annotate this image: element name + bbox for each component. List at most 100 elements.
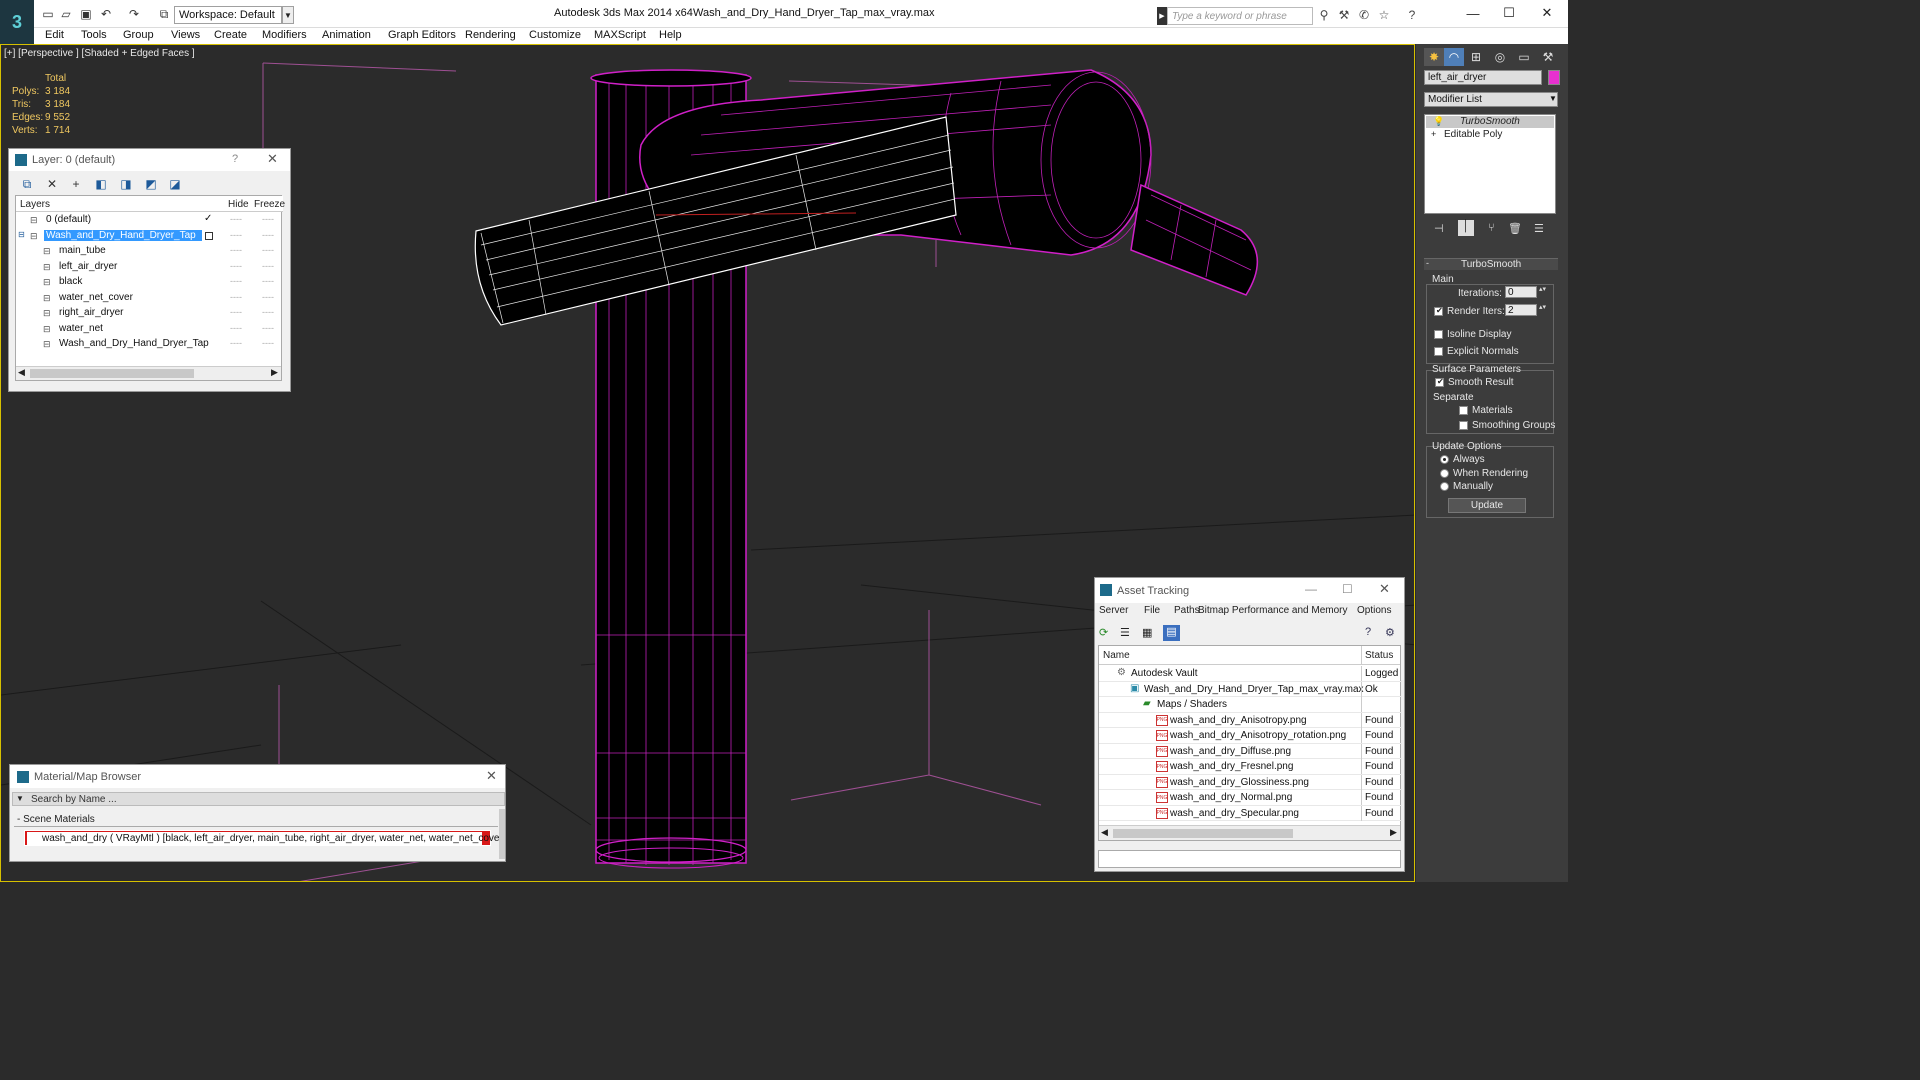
stack-item-editable-poly[interactable]: Editable Poly (1426, 129, 1554, 141)
asset-row[interactable]: PNG wash_and_dry_Glossiness.png Found (1099, 774, 1402, 790)
redo-icon[interactable]: ↷ (126, 6, 142, 22)
collapse-icon[interactable]: ⊟ (18, 230, 25, 239)
thumbnail-view-icon[interactable]: ▦ (1142, 626, 1156, 640)
menu-group[interactable]: Group (123, 28, 154, 42)
hide-toggle[interactable]: ---- (230, 214, 242, 224)
close-window-button[interactable]: ✕ (1532, 4, 1562, 22)
freeze-toggle[interactable]: ---- (262, 245, 274, 255)
display-tab-icon[interactable]: ▭ (1514, 48, 1534, 66)
workspace-select[interactable]: Workspace: Default (174, 6, 282, 24)
search-toggle-icon[interactable]: ▶ (1157, 7, 1167, 25)
materials-checkbox[interactable] (1459, 406, 1468, 415)
layer-row[interactable]: ⊟ main_tube ---- ---- (16, 244, 276, 259)
remove-modifier-icon[interactable]: 🗑 (1508, 222, 1522, 235)
close-icon[interactable]: ✕ (486, 768, 497, 784)
layer-hscrollbar[interactable]: ◀ ▶ (16, 366, 281, 380)
smoothing-groups-checkbox[interactable] (1459, 421, 1468, 430)
material-search-bar[interactable]: ▼ Search by Name ... (12, 792, 505, 806)
col-status[interactable]: Status (1365, 650, 1393, 661)
asset-menu-paths[interactable]: Paths (1174, 605, 1200, 616)
asset-row[interactable]: ⚙ Autodesk Vault Logged (1099, 666, 1402, 682)
freeze-toggle[interactable]: ---- (262, 214, 274, 224)
layer-row[interactable]: ⊟ water_net_cover ---- ---- (16, 291, 276, 306)
freeze-toggle[interactable]: ---- (262, 323, 274, 333)
help-icon[interactable]: ? (232, 153, 238, 165)
material-browser-titlebar[interactable]: Material/Map Browser ✕ (10, 765, 505, 788)
freeze-toggle[interactable]: ---- (262, 230, 274, 240)
open-file-icon[interactable]: ▱ (58, 6, 74, 22)
when-rendering-radio[interactable] (1440, 469, 1449, 478)
app-logo-button[interactable]: 3 (0, 0, 34, 44)
current-layer-check-icon[interactable]: ✓ (204, 213, 212, 224)
settings-icon[interactable]: ⚙ (1385, 626, 1399, 640)
spinner-arrows-icon[interactable]: ▴▾ (1539, 303, 1546, 311)
menu-create[interactable]: Create (214, 28, 247, 42)
stack-item-turbosmooth[interactable]: TurboSmooth (1426, 116, 1554, 128)
asset-menu-bitmap[interactable]: Bitmap Performance and Memory (1198, 605, 1348, 616)
menu-views[interactable]: Views (171, 28, 200, 42)
add-to-layer-icon[interactable]: + (68, 176, 84, 192)
asset-row[interactable]: PNG wash_and_dry_Normal.png Found (1099, 790, 1402, 806)
search-options-icon[interactable]: ▼ (16, 794, 24, 803)
binoculars-icon[interactable]: ⚲ (1316, 8, 1332, 22)
manually-radio[interactable] (1440, 482, 1449, 491)
viewport-label[interactable]: [+] [Perspective ] [Shaded + Edged Faces… (4, 48, 195, 59)
always-radio[interactable] (1440, 455, 1449, 464)
scroll-right-icon[interactable]: ▶ (1390, 827, 1397, 838)
hide-toggle[interactable]: ---- (230, 276, 242, 286)
scroll-thumb[interactable] (1113, 829, 1293, 838)
close-icon[interactable]: ✕ (1379, 581, 1390, 597)
hierarchy-tab-icon[interactable]: ⊞ (1466, 48, 1486, 66)
col-layers[interactable]: Layers (20, 199, 50, 210)
freeze-toggle[interactable]: ---- (262, 292, 274, 302)
col-freeze[interactable]: Freeze (254, 199, 285, 210)
isoline-checkbox[interactable] (1434, 330, 1443, 339)
communication-icon[interactable]: ✆ (1356, 8, 1372, 22)
turbosmooth-rollout-header[interactable]: - TurboSmooth (1424, 258, 1558, 270)
new-file-icon[interactable]: ▭ (40, 6, 56, 22)
menu-help[interactable]: Help (659, 28, 682, 42)
asset-path-field[interactable] (1098, 850, 1401, 868)
highlight-layer-icon[interactable]: ◨ (118, 176, 134, 192)
make-unique-icon[interactable]: ⑂ (1488, 222, 1495, 234)
menu-animation[interactable]: Animation (322, 28, 371, 42)
layer-row[interactable]: ⊟ Wash_and_Dry_Hand_Dryer_Tap ---- ---- (16, 337, 276, 352)
layer-row[interactable]: ⊟ left_air_dryer ---- ---- (16, 260, 276, 275)
update-button[interactable]: Update (1448, 498, 1526, 513)
menu-graph-editors[interactable]: Graph Editors (388, 28, 456, 42)
asset-menu-server[interactable]: Server (1099, 605, 1128, 616)
refresh-icon[interactable]: ⟳ (1099, 626, 1113, 640)
help-icon[interactable]: ? (1365, 626, 1379, 640)
scene-materials-header[interactable]: - Scene Materials (14, 813, 498, 827)
scroll-right-icon[interactable]: ▶ (271, 367, 278, 378)
explicit-normals-checkbox[interactable] (1434, 347, 1443, 356)
layer-row[interactable]: ⊟ water_net ---- ---- (16, 322, 276, 337)
menu-maxscript[interactable]: MAXScript (594, 28, 646, 42)
delete-layer-icon[interactable]: ✕ (44, 176, 60, 192)
asset-row[interactable]: PNG wash_and_dry_Fresnel.png Found (1099, 759, 1402, 775)
select-objects-icon[interactable]: ◧ (93, 176, 109, 192)
layer-panel-titlebar[interactable]: Layer: 0 (default) ? ✕ (9, 149, 290, 171)
asset-hscrollbar[interactable]: ◀ ▶ (1099, 825, 1400, 840)
hide-toggle[interactable]: ---- (230, 307, 242, 317)
asset-row[interactable]: PNG wash_and_dry_Specular.png Found (1099, 805, 1402, 821)
freeze-all-icon[interactable]: ◪ (167, 176, 183, 192)
render-iters-checkbox[interactable]: ✔ (1434, 306, 1443, 316)
pin-stack-icon[interactable]: ⊣ (1434, 222, 1444, 235)
maximize-button[interactable]: ☐ (1494, 4, 1524, 22)
asset-row[interactable]: PNG wash_and_dry_Anisotropy_rotation.png F… (1099, 728, 1402, 744)
iterations-spinner[interactable]: 0 (1505, 286, 1537, 298)
object-name-field[interactable]: left_air_dryer (1424, 70, 1542, 85)
menu-edit[interactable]: Edit (45, 28, 64, 42)
col-hide[interactable]: Hide (228, 199, 249, 210)
asset-row[interactable]: ▰ Maps / Shaders (1099, 697, 1402, 713)
show-end-result-icon[interactable]: │ (1458, 220, 1474, 236)
minimize-button[interactable]: — (1305, 582, 1317, 596)
table-view-icon[interactable]: ▤ (1163, 625, 1180, 641)
menu-modifiers[interactable]: Modifiers (262, 28, 307, 42)
chevron-down-icon[interactable]: ▼ (282, 6, 294, 24)
asset-row[interactable]: ▣ Wash_and_Dry_Hand_Dryer_Tap_max_vray.ma… (1099, 681, 1402, 697)
modify-tab-icon[interactable]: ◠ (1444, 48, 1464, 66)
asset-menu-options[interactable]: Options (1357, 605, 1391, 616)
col-name[interactable]: Name (1103, 650, 1130, 661)
